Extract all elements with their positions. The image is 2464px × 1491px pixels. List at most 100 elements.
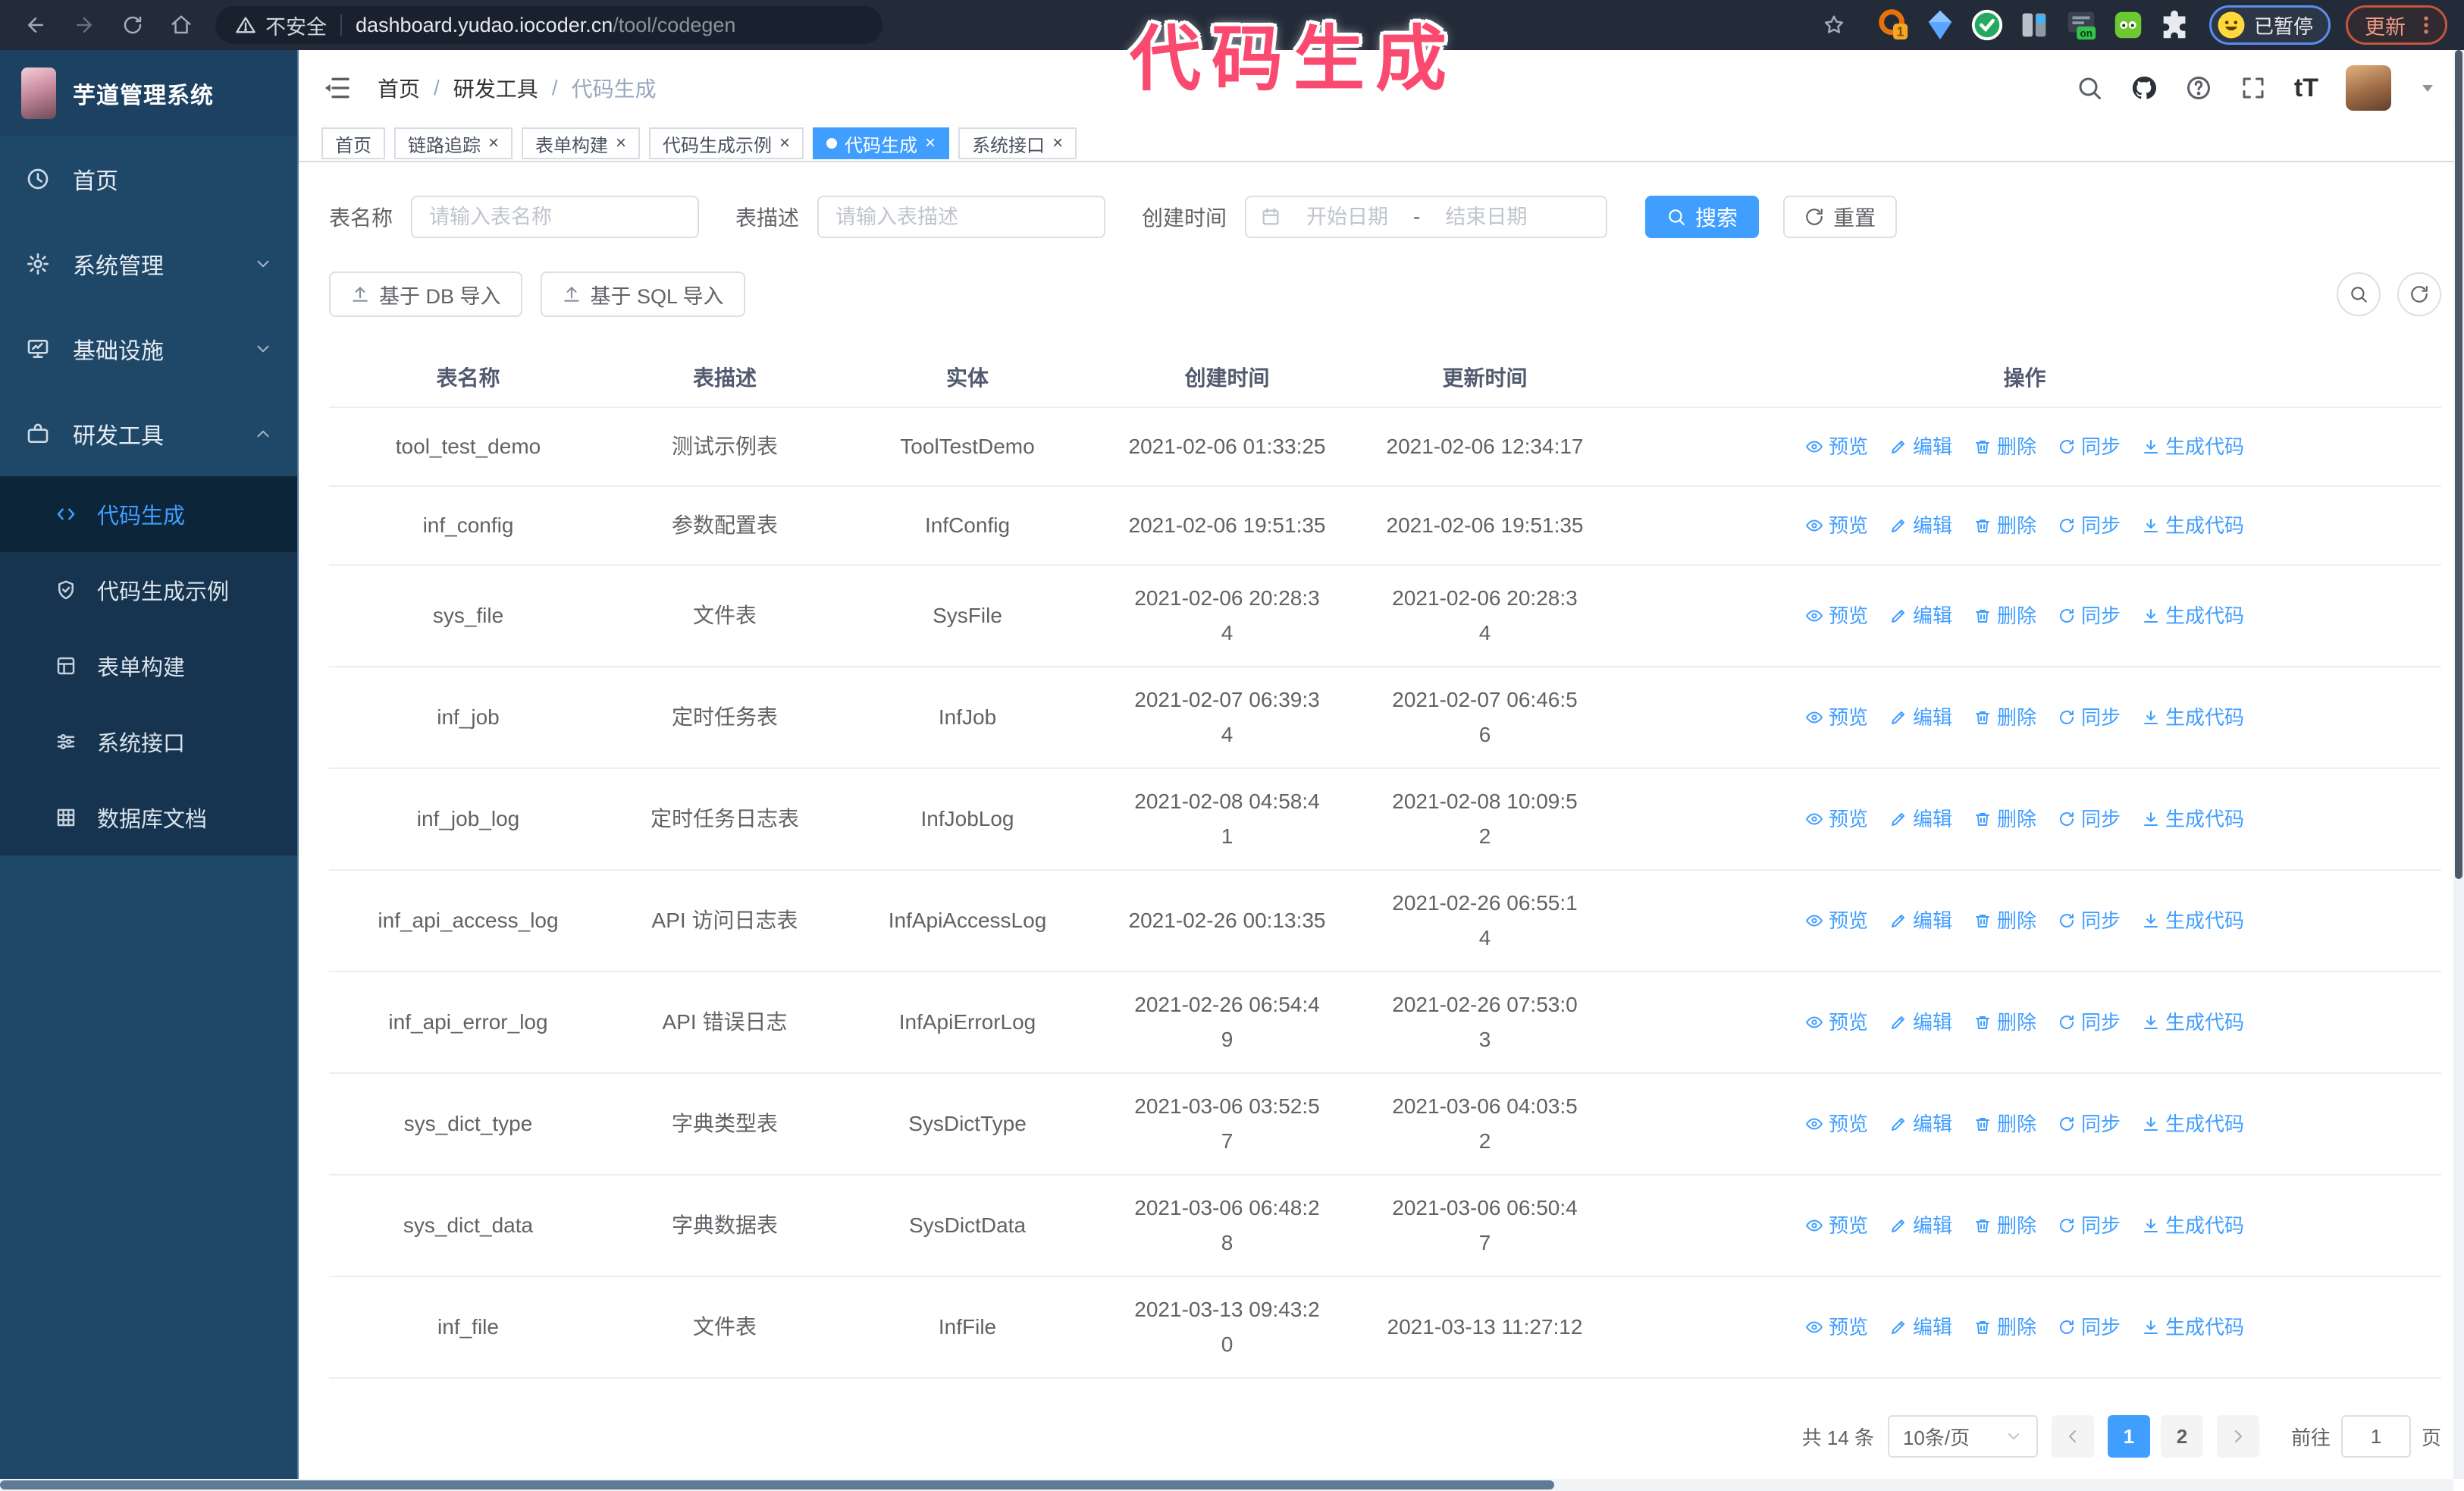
user-avatar[interactable] <box>2346 65 2391 111</box>
browser-reload-icon[interactable] <box>114 6 152 44</box>
action-delete[interactable]: 删除 <box>1973 700 2036 735</box>
action-generate-code[interactable]: 生成代码 <box>2142 429 2244 464</box>
browser-home-icon[interactable] <box>162 6 200 44</box>
horizontal-scrollbar-thumb[interactable] <box>0 1480 1554 1489</box>
search-button[interactable]: 搜索 <box>1645 196 1760 238</box>
next-page-button[interactable] <box>2216 1415 2259 1458</box>
help-icon[interactable] <box>2185 74 2212 102</box>
sidebar-item-system[interactable]: 系统管理 <box>0 221 297 306</box>
tab-close-icon[interactable]: × <box>925 134 936 152</box>
browser-profile-chip[interactable]: 已暂停 <box>2209 5 2331 45</box>
vertical-scrollbar-thumb[interactable] <box>2455 50 2462 879</box>
action-edit[interactable]: 编辑 <box>1889 1208 1952 1243</box>
action-edit[interactable]: 编辑 <box>1889 802 1952 837</box>
action-delete[interactable]: 删除 <box>1973 802 2036 837</box>
action-sync[interactable]: 同步 <box>2058 598 2121 633</box>
action-preview[interactable]: 预览 <box>1805 802 1868 837</box>
tab-close-icon[interactable]: × <box>616 134 626 152</box>
action-delete[interactable]: 删除 <box>1973 1310 2036 1345</box>
header-search-icon[interactable] <box>2076 74 2103 102</box>
sidebar-item-devtools[interactable]: 研发工具 <box>0 391 297 476</box>
table-name-input[interactable] <box>411 196 700 238</box>
sidebar-subitem-codegen[interactable]: 代码生成 <box>0 476 297 552</box>
tab-close-icon[interactable]: × <box>488 134 499 152</box>
sidebar-logo-row[interactable]: 芋道管理系统 <box>0 50 297 137</box>
action-generate-code[interactable]: 生成代码 <box>2142 903 2244 938</box>
prev-page-button[interactable] <box>2051 1415 2094 1458</box>
action-sync[interactable]: 同步 <box>2058 802 2121 837</box>
avatar-caret-icon[interactable] <box>2419 79 2437 97</box>
browser-update-button[interactable]: 更新 <box>2346 5 2447 45</box>
sidebar-collapse-icon[interactable] <box>321 73 352 103</box>
tab-system-api[interactable]: 系统接口 × <box>958 127 1077 160</box>
action-preview[interactable]: 预览 <box>1805 1005 1868 1040</box>
font-size-icon[interactable]: tT <box>2294 74 2318 103</box>
tab-form-builder[interactable]: 表单构建 × <box>522 127 641 160</box>
action-preview[interactable]: 预览 <box>1805 1106 1868 1141</box>
sidebar-item-infra[interactable]: 基础设施 <box>0 306 297 391</box>
sidebar-subitem-form-builder[interactable]: 表单构建 <box>0 628 297 704</box>
action-edit[interactable]: 编辑 <box>1889 700 1952 735</box>
action-edit[interactable]: 编辑 <box>1889 1005 1952 1040</box>
sidebar-subitem-system-api[interactable]: 系统接口 <box>0 704 297 780</box>
action-sync[interactable]: 同步 <box>2058 1106 2121 1141</box>
extension-gem-icon[interactable] <box>1923 8 1958 42</box>
extension-loop-icon[interactable]: 1 <box>1876 8 1911 42</box>
action-generate-code[interactable]: 生成代码 <box>2142 1208 2244 1243</box>
reset-button[interactable]: 重置 <box>1783 196 1898 238</box>
action-preview[interactable]: 预览 <box>1805 700 1868 735</box>
bookmark-star-icon[interactable] <box>1815 6 1853 44</box>
browser-back-icon[interactable] <box>17 6 55 44</box>
tab-close-icon[interactable]: × <box>779 134 790 152</box>
action-sync[interactable]: 同步 <box>2058 903 2121 938</box>
action-edit[interactable]: 编辑 <box>1889 1106 1952 1141</box>
fullscreen-icon[interactable] <box>2240 74 2267 102</box>
action-sync[interactable]: 同步 <box>2058 1208 2121 1243</box>
extension-toggles-icon[interactable] <box>2017 8 2052 42</box>
tab-codegen[interactable]: 代码生成 × <box>813 127 950 160</box>
action-delete[interactable]: 删除 <box>1973 1208 2036 1243</box>
action-preview[interactable]: 预览 <box>1805 1310 1868 1345</box>
action-generate-code[interactable]: 生成代码 <box>2142 700 2244 735</box>
action-delete[interactable]: 删除 <box>1973 429 2036 464</box>
action-sync[interactable]: 同步 <box>2058 1005 2121 1040</box>
action-delete[interactable]: 删除 <box>1973 1106 2036 1141</box>
toggle-search-button[interactable] <box>2337 272 2381 316</box>
github-icon[interactable] <box>2130 74 2158 102</box>
import-sql-button[interactable]: 基于 SQL 导入 <box>540 272 745 317</box>
action-sync[interactable]: 同步 <box>2058 429 2121 464</box>
action-sync[interactable]: 同步 <box>2058 700 2121 735</box>
browser-menu-kebab-icon[interactable] <box>2415 14 2437 36</box>
sidebar-item-home[interactable]: 首页 <box>0 137 297 221</box>
page-size-select[interactable]: 10条/页 <box>1887 1415 2038 1458</box>
address-bar[interactable]: 不安全 dashboard.yudao.iocoder.cn/tool/code… <box>215 6 882 44</box>
goto-page-input[interactable] <box>2340 1415 2411 1458</box>
action-edit[interactable]: 编辑 <box>1889 1310 1952 1345</box>
action-edit[interactable]: 编辑 <box>1889 598 1952 633</box>
action-preview[interactable]: 预览 <box>1805 903 1868 938</box>
action-generate-code[interactable]: 生成代码 <box>2142 1310 2244 1345</box>
action-preview[interactable]: 预览 <box>1805 429 1868 464</box>
action-edit[interactable]: 编辑 <box>1889 508 1952 543</box>
action-generate-code[interactable]: 生成代码 <box>2142 508 2244 543</box>
vertical-scrollbar[interactable] <box>2453 50 2464 1479</box>
extension-monkey-icon[interactable] <box>2111 8 2146 42</box>
action-edit[interactable]: 编辑 <box>1889 903 1952 938</box>
end-date-input[interactable] <box>1426 205 1547 229</box>
breadcrumb-item[interactable]: 研发工具 <box>453 73 538 103</box>
action-delete[interactable]: 删除 <box>1973 903 2036 938</box>
breadcrumb-item[interactable]: 首页 <box>378 73 420 103</box>
tab-trace[interactable]: 链路追踪 × <box>394 127 513 160</box>
sidebar-subitem-codegen-example[interactable]: 代码生成示例 <box>0 552 297 628</box>
action-delete[interactable]: 删除 <box>1973 508 2036 543</box>
action-delete[interactable]: 删除 <box>1973 1005 2036 1040</box>
action-sync[interactable]: 同步 <box>2058 1310 2121 1345</box>
extension-on-icon[interactable]: on <box>2064 8 2099 42</box>
action-generate-code[interactable]: 生成代码 <box>2142 1106 2244 1141</box>
import-db-button[interactable]: 基于 DB 导入 <box>329 272 522 317</box>
start-date-input[interactable] <box>1287 205 1408 229</box>
sidebar-subitem-db-doc[interactable]: 数据库文档 <box>0 780 297 855</box>
action-preview[interactable]: 预览 <box>1805 598 1868 633</box>
action-generate-code[interactable]: 生成代码 <box>2142 802 2244 837</box>
horizontal-scrollbar[interactable] <box>0 1479 2453 1491</box>
